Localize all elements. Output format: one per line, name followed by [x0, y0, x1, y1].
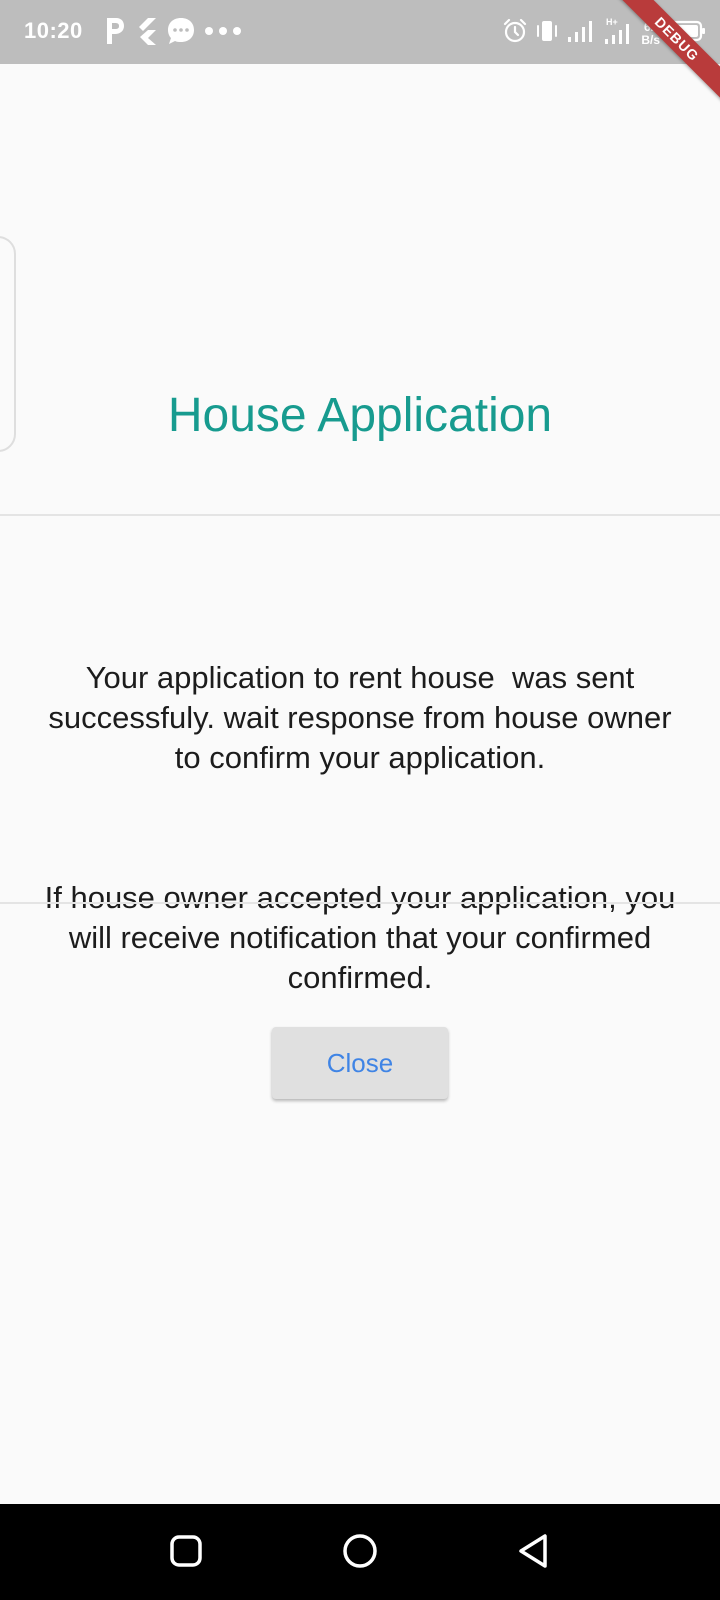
signal-icon — [567, 18, 595, 49]
back-icon — [516, 1532, 552, 1575]
home-button[interactable] — [338, 1531, 382, 1575]
recents-button[interactable] — [164, 1531, 208, 1575]
dialog-message-notification: If house owner accepted your application… — [44, 880, 684, 995]
back-button[interactable] — [512, 1531, 556, 1575]
home-icon — [341, 1532, 379, 1575]
vibrate-icon — [535, 18, 559, 49]
recents-icon — [169, 1534, 203, 1573]
close-button[interactable]: Close — [272, 1027, 448, 1099]
status-time: 10:20 — [24, 18, 83, 43]
dialog-message-confirmation: Your application to rent house was sent … — [48, 660, 681, 775]
dialog-divider-top — [0, 514, 720, 516]
status-left-icons — [104, 16, 244, 46]
dialog-divider-bottom — [0, 902, 720, 904]
navigation-bar — [0, 1504, 720, 1600]
more-dots-icon — [204, 25, 244, 37]
status-bar: 10:20 H+ B/s DEBUG — [0, 0, 720, 107]
dialog-message: Your application to rent house was sent … — [36, 578, 684, 1038]
dialog-title: House Application — [167, 389, 553, 442]
network-type-label: H+ — [606, 17, 618, 27]
parking-app-icon — [104, 16, 126, 46]
alarm-icon — [503, 18, 527, 49]
flutter-icon — [134, 17, 158, 45]
messages-icon — [166, 16, 196, 46]
signal-icon: H+ — [603, 16, 633, 51]
